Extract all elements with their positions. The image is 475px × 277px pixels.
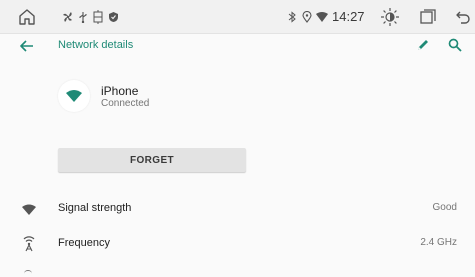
detail-label: Signal strength: [58, 202, 132, 214]
search-icon[interactable]: [448, 38, 462, 57]
detail-row-frequency[interactable]: Frequency 2.4 GHz: [0, 227, 475, 261]
forget-button[interactable]: FORGET: [58, 148, 246, 172]
page-title: Network details: [58, 39, 134, 51]
location-icon: [302, 0, 312, 33]
detail-value: Good: [432, 202, 457, 213]
network-avatar: [58, 80, 90, 112]
network-name: iPhone: [101, 84, 139, 98]
fan-icon: [62, 0, 74, 33]
frequency-icon: [20, 235, 38, 253]
detail-row-signal-strength[interactable]: Signal strength Good: [0, 192, 475, 226]
detail-label: Frequency: [58, 237, 110, 249]
wifi-status-icon: [316, 0, 328, 33]
home-icon[interactable]: [18, 0, 36, 33]
wifi-icon: [66, 90, 82, 102]
shield-icon: [108, 0, 119, 33]
status-time: 14:27: [332, 9, 365, 24]
recents-icon[interactable]: [419, 0, 437, 33]
back-icon[interactable]: [455, 0, 471, 33]
signal-strength-icon: [20, 200, 38, 218]
back-arrow-icon[interactable]: [20, 39, 34, 57]
status-bar: 14:27: [0, 0, 475, 34]
brightness-icon[interactable]: [380, 0, 400, 33]
usb-icon: [78, 0, 88, 33]
edit-icon[interactable]: [416, 38, 430, 57]
split-screen-icon: [92, 0, 104, 33]
network-status: Connected: [101, 98, 150, 109]
detail-value: 2.4 GHz: [420, 237, 457, 248]
bluetooth-icon: [288, 0, 297, 33]
